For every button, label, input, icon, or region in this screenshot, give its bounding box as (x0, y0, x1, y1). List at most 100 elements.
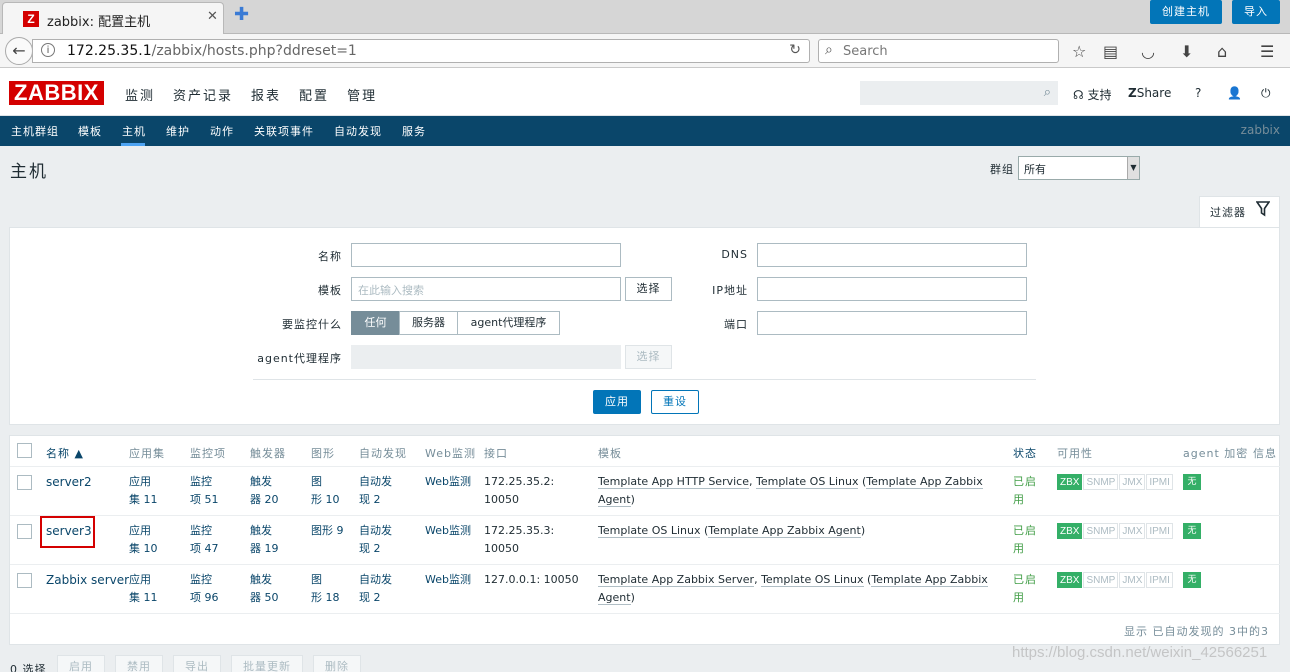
host-name-link[interactable]: Zabbix server (46, 571, 129, 589)
row-checkbox[interactable] (17, 524, 32, 539)
logout-icon[interactable]: ⏻ (1261, 86, 1271, 101)
enable-button[interactable]: 启用 (57, 655, 105, 672)
menu-configuration[interactable]: 配置 (299, 85, 329, 104)
export-button[interactable]: 导出 (173, 655, 221, 672)
support-link[interactable]: ☊ 支持 (1073, 86, 1112, 103)
items-link[interactable]: 监控项 51 (190, 473, 219, 509)
filter-dns-label: DNS (721, 248, 748, 261)
graphs-link[interactable]: 图形 9 (311, 522, 344, 540)
template-link[interactable]: Template OS Linux (761, 573, 864, 587)
filter-tab[interactable]: 过滤器 (1199, 196, 1280, 228)
triggers-link[interactable]: 触发器 20 (250, 473, 279, 509)
zabbix-logo[interactable]: ZABBIX (9, 81, 104, 105)
search-icon[interactable]: ⌕ (1044, 85, 1051, 100)
triggers-link[interactable]: 触发器 50 (250, 571, 279, 607)
filter-dns-input[interactable] (757, 243, 1027, 267)
browser-search-input[interactable]: ⌕ Search (818, 39, 1059, 63)
row-divider (10, 466, 1281, 467)
group-select[interactable]: 所有 ▼ (1018, 156, 1140, 180)
row-checkbox[interactable] (17, 475, 32, 490)
create-host-button[interactable]: 创建主机 (1150, 0, 1222, 24)
hamburger-menu-icon[interactable]: ☰ (1260, 42, 1274, 61)
share-link[interactable]: ZShare (1128, 86, 1171, 100)
col-status[interactable]: 状态 (1013, 445, 1037, 461)
import-button[interactable]: 导入 (1232, 0, 1280, 24)
template-select-button[interactable]: 选择 (625, 277, 672, 301)
filter-template-input[interactable]: 在此输入搜索 (351, 277, 621, 301)
status-enabled-link[interactable]: 已启用 (1013, 522, 1037, 558)
main-menu: 监测 资产记录 报表 配置 管理 (125, 85, 395, 104)
template-link[interactable]: Template App HTTP Service (598, 475, 749, 489)
triggers-link[interactable]: 触发器 19 (250, 522, 279, 558)
applications-link[interactable]: 应用集 11 (129, 571, 158, 607)
discovery-link[interactable]: 自动发现 2 (359, 473, 392, 509)
menu-reports[interactable]: 报表 (251, 85, 281, 104)
info-icon[interactable]: i (41, 43, 55, 57)
filter-name-input[interactable] (351, 243, 621, 267)
monitor-any-option[interactable]: 任何 (351, 311, 400, 335)
host-name-link[interactable]: server2 (46, 473, 92, 491)
web-link[interactable]: Web监测 (425, 522, 471, 540)
submenu-discovery[interactable]: 自动发现 (334, 123, 382, 139)
url-bar[interactable]: i 172.25.35.1/zabbix/hosts.php?ddreset=1… (32, 39, 810, 63)
items-link[interactable]: 监控项 47 (190, 522, 219, 558)
web-link[interactable]: Web监测 (425, 473, 471, 491)
status-enabled-link[interactable]: 已启用 (1013, 473, 1037, 509)
delete-button[interactable]: 删除 (313, 655, 361, 672)
template-link[interactable]: Template App Zabbix Server (598, 573, 755, 587)
discovery-link[interactable]: 自动发现 2 (359, 522, 392, 558)
encryption-badge: 无 (1183, 523, 1201, 539)
submenu-services[interactable]: 服务 (402, 123, 426, 139)
bookmark-star-icon[interactable]: ☆ (1072, 42, 1086, 61)
pocket-icon[interactable]: ◡ (1141, 42, 1155, 61)
discovery-link[interactable]: 自动发现 2 (359, 571, 392, 607)
mass-update-button[interactable]: 批量更新 (231, 655, 303, 672)
select-all-checkbox[interactable] (17, 443, 32, 458)
submenu-templates[interactable]: 模板 (78, 123, 102, 139)
template-link[interactable]: Template OS Linux (755, 475, 859, 489)
filter-port-input[interactable] (757, 311, 1027, 335)
user-profile-icon[interactable]: 👤 (1227, 86, 1242, 100)
items-link[interactable]: 监控项 96 (190, 571, 219, 607)
filter-reset-button[interactable]: 重设 (651, 390, 699, 414)
download-icon[interactable]: ⬇ (1180, 42, 1193, 61)
help-icon[interactable]: ? (1195, 86, 1201, 100)
graphs-link[interactable]: 图形 18 (311, 571, 340, 607)
status-enabled-link[interactable]: 已启用 (1013, 571, 1037, 607)
reload-icon[interactable]: ↻ (789, 42, 801, 58)
home-icon[interactable]: ⌂ (1217, 42, 1227, 61)
reading-list-icon[interactable]: ▤ (1103, 42, 1118, 61)
monitor-proxy-option[interactable]: agent代理程序 (457, 311, 560, 335)
new-tab-icon[interactable]: ✚ (234, 4, 249, 25)
browser-tab[interactable]: Z zabbix: 配置主机 ✕ (2, 2, 224, 34)
filter-apply-button[interactable]: 应用 (593, 390, 641, 414)
tab-close-icon[interactable]: ✕ (207, 9, 218, 24)
menu-inventory[interactable]: 资产记录 (173, 85, 233, 104)
submenu-host-groups[interactable]: 主机群组 (11, 123, 59, 139)
monitor-server-option[interactable]: 服务器 (399, 311, 458, 335)
availability-badges: ZBX SNMP JMX IPMI (1057, 572, 1174, 588)
web-link[interactable]: Web监测 (425, 571, 471, 589)
applications-link[interactable]: 应用集 10 (129, 522, 158, 558)
submenu-actions[interactable]: 动作 (210, 123, 234, 139)
template-link[interactable]: Template App Zabbix Agent (708, 524, 861, 538)
col-interface: 接口 (484, 447, 508, 460)
row-checkbox[interactable] (17, 573, 32, 588)
submenu-maintenance[interactable]: 维护 (166, 123, 190, 139)
col-items: 监控项 (190, 447, 226, 460)
global-search-input[interactable]: ⌕ (860, 81, 1058, 105)
col-graphs: 图形 (311, 447, 335, 460)
menu-administration[interactable]: 管理 (347, 85, 377, 104)
col-name[interactable]: 名称 ▲ (46, 445, 84, 461)
filter-ip-input[interactable] (757, 277, 1027, 301)
graphs-link[interactable]: 图形 10 (311, 473, 340, 509)
disable-button[interactable]: 禁用 (115, 655, 163, 672)
submenu-hosts[interactable]: 主机 (122, 123, 146, 139)
jmx-badge: JMX (1119, 474, 1146, 490)
template-link[interactable]: Template OS Linux (598, 524, 701, 538)
ipmi-badge: IPMI (1146, 474, 1173, 490)
applications-link[interactable]: 应用集 11 (129, 473, 158, 509)
submenu-event-correlation[interactable]: 关联项事件 (254, 123, 314, 139)
menu-monitoring[interactable]: 监测 (125, 85, 155, 104)
back-icon[interactable]: ← (5, 37, 33, 65)
